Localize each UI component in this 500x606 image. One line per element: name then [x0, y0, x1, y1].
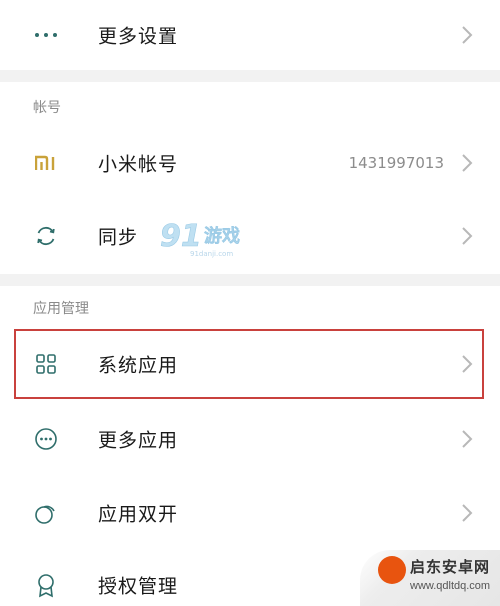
dual-apps-label: 应用双开	[98, 503, 179, 526]
chevron-right-icon	[462, 504, 473, 522]
mi-account-label: 小米帐号	[98, 153, 179, 176]
corner-brand: 启东安卓网	[410, 558, 491, 576]
system-apps-row[interactable]: 系统应用	[0, 329, 500, 399]
section-title-account: 帐号	[33, 100, 61, 116]
mi-account-row[interactable]: 小米帐号 1431997013	[0, 128, 500, 198]
section-title-apps: 应用管理	[33, 301, 89, 317]
grid-icon	[32, 350, 60, 378]
more-apps-row[interactable]: 更多应用	[0, 404, 500, 474]
corner-watermark-logo: 启东安卓网 www.qdltdq.com	[360, 550, 500, 606]
chevron-right-icon	[462, 227, 473, 245]
chevron-right-icon	[462, 355, 473, 373]
badge-icon	[32, 571, 60, 599]
more-circle-icon	[32, 425, 60, 453]
dual-apps-row[interactable]: 应用双开	[0, 478, 500, 548]
chevron-right-icon	[462, 154, 473, 172]
more-settings-label: 更多设置	[98, 25, 179, 48]
system-apps-label: 系统应用	[98, 354, 179, 377]
dual-circle-icon	[32, 499, 60, 527]
section-divider	[0, 274, 500, 286]
mi-account-id: 1431997013	[348, 154, 444, 172]
chevron-right-icon	[462, 430, 473, 448]
brand-badge-icon	[378, 556, 406, 584]
corner-site: www.qdltdq.com	[410, 580, 491, 592]
permission-management-label: 授权管理	[98, 575, 179, 598]
section-divider	[0, 70, 500, 82]
settings-page: 更多设置 帐号 小米帐号 1431997013 同步 91 游戏 91danji…	[0, 0, 500, 606]
mi-logo-icon	[32, 149, 60, 177]
sync-label: 同步	[98, 226, 139, 249]
dots-icon	[32, 21, 60, 49]
sync-row[interactable]: 同步	[0, 201, 500, 271]
chevron-right-icon	[462, 26, 473, 44]
more-settings-row[interactable]: 更多设置	[0, 0, 500, 70]
more-apps-label: 更多应用	[98, 429, 179, 452]
sync-icon	[32, 222, 60, 250]
